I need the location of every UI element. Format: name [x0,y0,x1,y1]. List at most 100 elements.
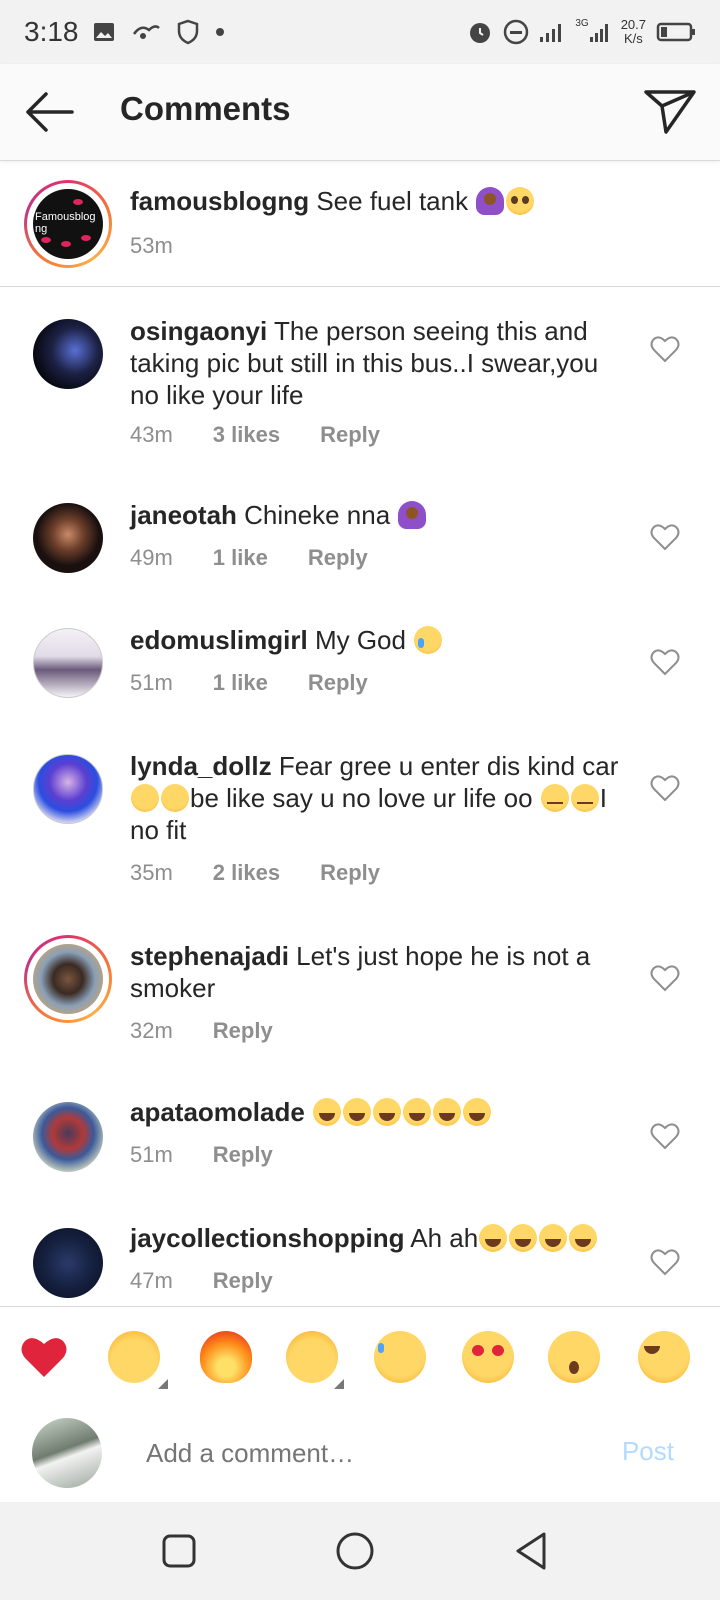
dot-icon [215,28,224,36]
timestamp: 47m [130,1268,173,1293]
comment-text: My God [314,625,406,655]
comment-item: jaycollectionshopping Ah ah 47m Reply [0,1202,720,1306]
raised-hands-emoji-button-icon[interactable] [108,1331,160,1383]
crying-face-emoji-button-icon[interactable] [374,1331,426,1383]
timestamp: 43m [130,422,173,447]
reply-button[interactable]: Reply [308,670,368,696]
avatar[interactable]: Famousblog ng [33,189,103,259]
username[interactable]: lynda_dollz [130,751,272,781]
comment-item: apataomolade 51m Reply [0,1076,720,1202]
like-heart-icon[interactable] [650,1248,680,1276]
tears-of-joy-emoji-icon [403,1098,432,1126]
username[interactable]: famousblogng [130,186,309,216]
timestamp: 51m [130,1142,173,1167]
net-speed: 20.7 K/s [620,17,646,46]
post-button[interactable]: Post [622,1436,674,1467]
tears-of-joy-emoji-icon [539,1224,568,1252]
username[interactable]: janeotah [130,500,237,530]
comment-item: osingaonyi The person seeing this and ta… [0,287,720,477]
direct-send-icon[interactable] [642,84,698,140]
comment-input[interactable] [144,1432,588,1474]
username[interactable]: edomuslimgirl [130,625,308,655]
comment-text: be like say u no love ur life oo [190,783,533,813]
timestamp: 32m [130,1018,173,1043]
app-notification-icon [132,25,160,39]
like-heart-icon[interactable] [650,964,680,992]
unamused-face-emoji-icon [540,784,569,812]
likes-count[interactable]: 1 like [213,670,268,696]
comment-item: stephenajadi Let's just hope he is not a… [0,918,720,1076]
tears-of-joy-emoji-icon [373,1098,402,1126]
unamused-face-emoji-icon [570,784,599,812]
reply-button[interactable]: Reply [213,1268,273,1294]
astonished-face-emoji-button-icon[interactable] [548,1331,600,1383]
username[interactable]: stephenajadi [130,941,289,971]
tears-of-joy-emoji-icon [509,1224,538,1252]
reply-button[interactable]: Reply [213,1142,273,1168]
crying-face-emoji-icon [414,626,443,654]
fire-emoji-button-icon[interactable] [200,1331,252,1383]
heart-eyes-emoji-button-icon[interactable] [462,1331,514,1383]
thinking-face-emoji-icon [131,784,159,812]
tears-of-joy-emoji-icon [433,1098,462,1126]
facepalm-emoji-icon [476,187,505,215]
like-heart-icon[interactable] [650,335,680,363]
tears-of-joy-emoji-button-icon[interactable] [638,1331,690,1383]
page-title: Comments [120,90,291,127]
avatar[interactable] [33,1228,103,1298]
do-not-disturb-icon [504,19,529,45]
add-comment-bar: Post [0,1402,720,1502]
reply-button[interactable]: Reply [308,545,368,571]
tears-of-joy-emoji-icon [569,1224,598,1252]
comments-list[interactable]: Famousblog ng famousblogng See fuel tank… [0,161,720,1306]
likes-count[interactable]: 2 likes [213,860,280,886]
tears-of-joy-emoji-icon [463,1098,492,1126]
timestamp: 35m [130,860,173,885]
tears-of-joy-emoji-icon [343,1098,372,1126]
caption-text: famousblogng See fuel tank [130,185,620,217]
username[interactable]: apataomolade [130,1097,305,1127]
signal-icon [540,24,562,42]
comment-text: Chineke nna [244,500,391,530]
comment-item: lynda_dollz Fear gree u enter dis kind c… [0,728,720,918]
clapping-hands-emoji-button-icon[interactable] [286,1331,338,1383]
emoji-quick-bar [0,1306,720,1404]
likes-count[interactable]: 1 like [213,545,268,571]
gallery-icon [93,23,114,41]
heart-emoji-button-icon[interactable] [18,1331,70,1383]
comment-item: edomuslimgirl My God 51m 1 like Reply [0,602,720,728]
post-caption: Famousblog ng famousblogng See fuel tank… [0,161,720,287]
avatar[interactable] [33,628,103,698]
avatar[interactable] [33,319,103,389]
comment-text: Fear gree u enter dis kind car [278,751,619,781]
like-heart-icon[interactable] [650,1122,680,1150]
like-heart-icon[interactable] [650,523,680,551]
comment-text: Ah ah [410,1223,479,1253]
likes-count[interactable]: 3 likes [213,422,280,448]
like-heart-icon[interactable] [650,648,680,676]
timestamp: 51m [130,670,173,695]
network-type: 3G [575,18,589,29]
avatar[interactable] [33,944,103,1014]
status-bar: 3:18 3G 20.7 K/s [0,0,720,64]
username[interactable]: osingaonyi [130,316,267,346]
reply-button[interactable]: Reply [320,860,380,886]
avatar[interactable] [33,503,103,573]
timestamp: 53m [130,233,173,258]
back-triangle-icon[interactable] [512,1530,550,1572]
avatar[interactable] [33,754,103,824]
like-heart-icon[interactable] [650,774,680,802]
avatar[interactable] [33,1102,103,1172]
username[interactable]: jaycollectionshopping [130,1223,404,1253]
timestamp: 49m [130,545,173,570]
pleading-face-emoji-icon [506,187,535,215]
back-arrow-icon[interactable] [22,88,74,136]
shield-icon [177,19,198,45]
tears-of-joy-emoji-icon [313,1098,342,1126]
recents-square-icon[interactable] [160,1532,198,1570]
reply-button[interactable]: Reply [320,422,380,448]
reply-button[interactable]: Reply [213,1018,273,1044]
home-circle-icon[interactable] [334,1530,376,1572]
status-time: 3:18 [24,16,79,47]
thinking-face-emoji-icon [161,784,189,812]
